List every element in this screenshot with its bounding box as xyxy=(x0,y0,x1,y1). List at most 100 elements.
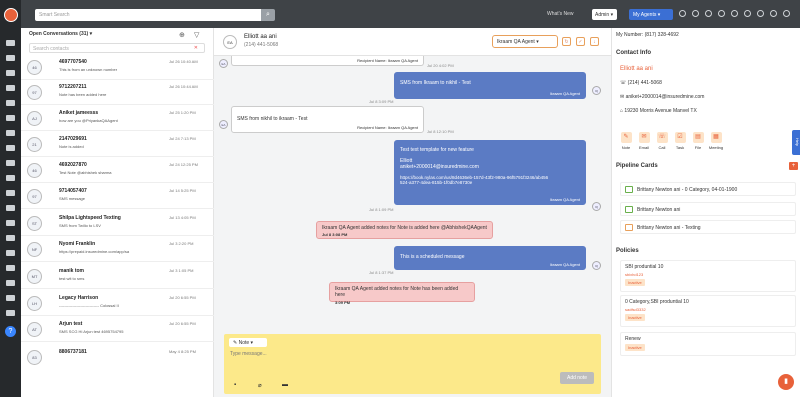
new-conversation-icon[interactable]: ⊕ xyxy=(179,31,185,39)
conversation-preview: how are you @PriyankaQAAgent xyxy=(59,118,118,123)
action-meeting[interactable]: ▦ Meeting xyxy=(708,132,724,150)
clear-icon[interactable]: ✕ xyxy=(194,45,198,51)
policy-link[interactable]: sbixhd123 xyxy=(625,272,791,277)
conversation-item[interactable]: AJ Aniket jameesss how are you @PriyankaQA… xyxy=(21,107,214,131)
message-agent: Ikraam QA Agent xyxy=(549,197,580,202)
nav-documents-icon[interactable] xyxy=(6,160,15,166)
nav-filter-icon[interactable] xyxy=(6,130,15,136)
nav-reports-icon[interactable] xyxy=(6,145,15,151)
conversation-date: Jul 25 1:20 PM xyxy=(169,110,196,115)
refresh-icon[interactable]: ↻ xyxy=(562,37,571,46)
download-icon[interactable]: ↓ xyxy=(590,37,599,46)
nav-cart-icon[interactable] xyxy=(6,265,15,271)
whats-new-link[interactable]: What's New xyxy=(547,11,574,17)
action-email[interactable]: ✉ Email xyxy=(636,132,652,150)
email-icon: ✉ xyxy=(638,132,650,143)
pipeline-card[interactable]: Brittany Newton ani - 0 Category, 04-01-… xyxy=(620,182,796,196)
pipeline-card[interactable]: Brittany Newton ani - Texting xyxy=(620,220,796,234)
avatar: LH xyxy=(27,296,42,311)
add-note-button[interactable]: Add note xyxy=(560,372,594,384)
nav-pipeline-icon[interactable] xyxy=(6,100,15,106)
conversation-item[interactable]: AT Arjun test SMS SCG Hi Arjun test 469575… xyxy=(21,318,214,342)
nav-settings-icon[interactable] xyxy=(6,310,15,316)
nav-chat-icon[interactable] xyxy=(6,175,15,181)
action-call[interactable]: ☏ Call xyxy=(654,132,670,150)
conversation-date: Jul 26 10:40 AM xyxy=(169,59,198,64)
chat-header: EA Elliott aa ani (214) 441-5068 Ikraam … xyxy=(214,28,611,56)
help-icon[interactable]: ? xyxy=(5,326,16,337)
phone-icon[interactable] xyxy=(744,10,751,17)
clock-icon[interactable] xyxy=(705,10,712,17)
my-agents-button[interactable]: My Agents ▾ xyxy=(629,9,673,20)
action-task[interactable]: ☑ Task xyxy=(672,132,688,150)
action-note[interactable]: ✎ Note xyxy=(618,132,634,150)
nav-campaign-icon[interactable] xyxy=(6,190,15,196)
contact-panel: My Number: (817) 328-4692 Contact Info E… xyxy=(611,28,800,397)
template-icon[interactable]: ▪ xyxy=(234,382,236,388)
action-file[interactable]: ▤ File xyxy=(690,132,706,150)
smart-search-input[interactable]: Smart Search xyxy=(35,9,273,21)
conversation-item[interactable]: 46 4692027870 Test Note @abhishek sharma Ju… xyxy=(21,159,214,183)
filter-icon[interactable]: ▽ xyxy=(194,31,199,39)
mail-icon[interactable] xyxy=(731,10,738,17)
policy-card[interactable]: Renew Inactive xyxy=(620,332,796,356)
apps-icon[interactable] xyxy=(770,10,777,17)
nav-tasks-icon[interactable] xyxy=(6,115,15,121)
help-tab[interactable]: Help xyxy=(792,130,800,155)
conversation-item[interactable]: MT manik tom test wit to sms Jul 3 1:05 PM xyxy=(21,265,214,289)
message-input[interactable]: Type message... xyxy=(230,351,267,357)
policy-name: 0 Category,SBI produntial 10 xyxy=(625,299,689,305)
nav-forms-icon[interactable] xyxy=(6,205,15,211)
conversation-item[interactable]: 21 2147029691 Note is added Jul 24 7:13 PM xyxy=(21,133,214,157)
role-select[interactable]: Admin ▾ xyxy=(592,9,617,20)
conversation-preview: ------------------------------ Colossal … xyxy=(59,303,119,308)
nav-mail-icon[interactable] xyxy=(6,250,15,256)
chat-contact-name[interactable]: Elliott aa ani xyxy=(244,34,277,40)
nav-leads-icon[interactable] xyxy=(6,85,15,91)
check-icon[interactable]: ✓ xyxy=(576,37,585,46)
profile-icon[interactable] xyxy=(783,10,790,17)
policy-card[interactable]: SBI produntial 10 sbixhd123 Inactive xyxy=(620,260,796,292)
contact-name[interactable]: Elliott aa ani xyxy=(620,66,653,72)
contact-info-heading: Contact Info xyxy=(616,50,651,56)
conversation-name: 9712207211 xyxy=(59,84,87,90)
attach-icon[interactable]: ⌀ xyxy=(258,382,262,389)
snippet-icon[interactable]: ▬ xyxy=(282,382,288,388)
message-outgoing: This is a scheduled message Ikraam QA Age… xyxy=(394,246,586,270)
chat-widget-icon[interactable]: ▮ xyxy=(778,374,794,390)
policy-card[interactable]: 0 Category,SBI produntial 10 sadfsd3332 In… xyxy=(620,295,796,327)
add-pipeline-icon[interactable]: + xyxy=(789,162,798,170)
conversation-item[interactable]: 97 9714057407 SMS message Jul 14 5:25 PM xyxy=(21,185,214,209)
conversation-item[interactable]: 46 4697707540 This is from an unknown numb… xyxy=(21,56,214,80)
nav-policies-icon[interactable] xyxy=(6,70,15,76)
refresh-icon[interactable] xyxy=(679,10,686,17)
nav-contacts-icon[interactable] xyxy=(6,55,15,61)
message-type-select[interactable]: ✎ Note ▾ xyxy=(229,338,267,347)
search-icon[interactable]: ⌕ xyxy=(261,9,275,21)
app-logo[interactable] xyxy=(4,8,18,22)
avatar: AJ xyxy=(27,111,42,126)
contact-phone[interactable]: ☏ (214) 441-5068 xyxy=(620,80,662,86)
nav-home-icon[interactable] xyxy=(6,40,15,46)
nav-analytics-icon[interactable] xyxy=(6,295,15,301)
bell-icon[interactable] xyxy=(757,10,764,17)
conversation-item[interactable]: 83 8806737181 May 4 8:25 PM xyxy=(21,346,214,370)
agent-select[interactable]: Ikraam QA Agent ▾ xyxy=(492,35,558,48)
question-icon[interactable] xyxy=(718,10,725,17)
nav-export-icon[interactable] xyxy=(6,280,15,286)
dialpad-icon[interactable] xyxy=(692,10,699,17)
conversation-item[interactable]: NF Nyomi Franklin https://prepaid.insuredm… xyxy=(21,238,214,262)
conversation-item[interactable]: LH Legacy Harrison -----------------------… xyxy=(21,292,214,316)
message-link[interactable]: https://book.nylas.com/us/8d4636eb-157d-… xyxy=(400,175,550,185)
nav-users-icon[interactable] xyxy=(6,235,15,241)
policy-link[interactable]: sadfsd3332 xyxy=(625,307,791,312)
nav-calendar-icon[interactable] xyxy=(6,220,15,226)
contact-search-input[interactable]: Search contacts ✕ xyxy=(29,43,205,53)
conversation-item[interactable]: 97 9712207211 Note has been added here Jul … xyxy=(21,81,214,105)
pipeline-card[interactable]: Brittany Newton ani xyxy=(620,202,796,216)
conversation-item[interactable]: ST Shilpa Lightspeed Texting SMS from Twil… xyxy=(21,212,214,236)
contact-email[interactable]: ✉ aniket+2000014@insuredmine.com xyxy=(620,94,704,100)
conversations-header[interactable]: Open Conversations (31) ▾ xyxy=(29,31,92,37)
note-icon: ✎ xyxy=(620,132,632,143)
phone-icon: ☏ xyxy=(656,132,668,143)
